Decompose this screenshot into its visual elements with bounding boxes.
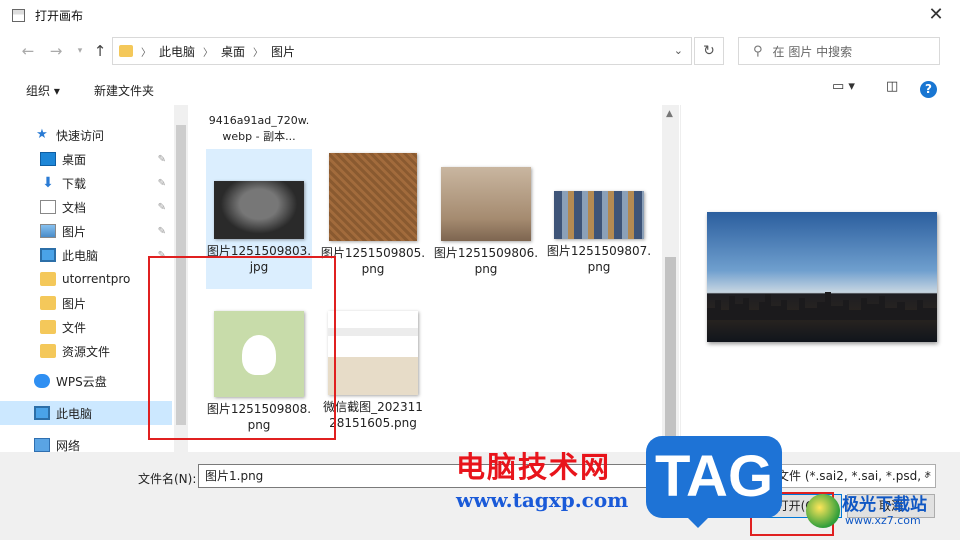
sidebar-item-label: WPS云盘 xyxy=(56,374,107,389)
back-arrow-icon[interactable]: ← xyxy=(18,40,38,62)
app-icon xyxy=(12,9,25,22)
cloud-icon xyxy=(34,374,50,388)
thumbnail xyxy=(554,191,644,239)
file-name: 9416a91ad_720w.webp - 副本... xyxy=(208,114,310,143)
pin-icon[interactable]: ✎ xyxy=(158,226,166,237)
preview-image xyxy=(707,212,937,342)
view-options-icon[interactable]: ▭ ▾ xyxy=(832,79,855,94)
organize-button[interactable]: 组织 ▾ xyxy=(26,82,60,99)
sidebar-item-documents[interactable]: 文档 ✎ xyxy=(0,195,172,219)
desktop-icon xyxy=(40,152,56,166)
pictures-icon xyxy=(40,224,56,238)
address-bar[interactable]: 〉 此电脑 〉 桌面 〉 图片 ⌄ xyxy=(112,37,692,65)
folder-icon xyxy=(40,272,56,286)
sidebar-item-pictures[interactable]: 图片 ✎ xyxy=(0,219,172,243)
download-icon: ⬇ xyxy=(42,175,54,191)
search-placeholder: 在 图片 中搜索 xyxy=(772,44,853,59)
preview-pane xyxy=(680,105,960,452)
search-input[interactable]: ⚲ 在 图片 中搜索 xyxy=(738,37,940,65)
scroll-up-icon[interactable]: ▲ xyxy=(666,109,673,119)
thumbnail xyxy=(328,311,418,395)
sidebar-item-desktop[interactable]: 桌面 ✎ xyxy=(0,147,172,171)
sidebar-item-label: 图片 xyxy=(62,296,87,311)
site-logo-icon xyxy=(806,494,840,528)
breadcrumb-item[interactable]: 图片 xyxy=(271,43,295,60)
file-list-scrollbar[interactable]: ▲ xyxy=(662,105,679,452)
star-icon: ★ xyxy=(36,127,48,142)
title-bar: 打开画布 ✕ xyxy=(0,0,960,31)
folder-icon xyxy=(40,320,56,334)
thumbnail xyxy=(214,181,304,239)
sidebar-item-label: 资源文件 xyxy=(62,344,111,359)
network-icon xyxy=(34,438,50,452)
computer-icon xyxy=(40,248,56,262)
document-icon xyxy=(40,200,56,214)
recent-chevron-icon[interactable]: ▾ xyxy=(70,40,90,62)
file-tile-partial[interactable]: 9416a91ad_720w.webp - 副本... xyxy=(206,109,312,145)
tag-logo: TAG xyxy=(646,436,782,528)
filename-label: 文件名(N): xyxy=(138,472,197,486)
folder-icon xyxy=(40,344,56,358)
refresh-icon[interactable]: ↻ xyxy=(694,37,724,65)
folder-icon xyxy=(119,45,133,57)
sidebar-item-label: 此电脑 xyxy=(62,248,99,263)
sidebar-item-downloads[interactable]: ⬇ 下载 ✎ xyxy=(0,171,172,195)
highlight-box xyxy=(148,256,336,440)
window-title: 打开画布 xyxy=(35,9,84,23)
pin-icon[interactable]: ✎ xyxy=(158,178,166,189)
open-canvas-dialog: 打开画布 ✕ ← → ▾ ↑ 〉 此电脑 〉 桌面 〉 图片 ⌄ ↻ ⚲ 在 图… xyxy=(0,0,960,540)
thumbnail xyxy=(441,167,531,241)
computer-icon xyxy=(34,406,50,420)
preview-pane-icon[interactable]: ◫ xyxy=(886,79,898,94)
forward-arrow-icon[interactable]: → xyxy=(46,40,66,62)
file-name: 图片1251509806.png xyxy=(433,246,539,276)
watermark-url: www.tagxp.com xyxy=(456,488,629,512)
sidebar-item-label: 快速访问 xyxy=(56,128,105,143)
sidebar-item-wps-cloud[interactable]: WPS云盘 xyxy=(0,369,172,393)
navigation-bar: ← → ▾ ↑ 〉 此电脑 〉 桌面 〉 图片 ⌄ ↻ ⚲ 在 图片 中搜索 xyxy=(0,36,960,66)
sidebar-item-label: utorrentpro xyxy=(62,272,131,286)
breadcrumb-item[interactable]: 此电脑 xyxy=(159,43,195,60)
sidebar-item-label: 下载 xyxy=(62,176,87,191)
sidebar-item-label: 文档 xyxy=(62,200,87,215)
new-folder-button[interactable]: 新建文件夹 xyxy=(94,82,154,99)
folder-icon xyxy=(40,296,56,310)
sidebar-item-label: 网络 xyxy=(56,438,81,453)
command-bar: 组织 ▾ 新建文件夹 ▭ ▾ ◫ ? xyxy=(0,73,960,105)
watermark-site-url: www.xz7.com xyxy=(845,514,921,527)
search-icon: ⚲ xyxy=(753,43,763,59)
sidebar-item-network[interactable]: 网络 xyxy=(0,433,172,452)
pin-icon[interactable]: ✎ xyxy=(158,154,166,165)
sidebar-item-this-pc[interactable]: 此电脑 xyxy=(0,401,172,425)
watermark-site: 极光下载站 xyxy=(842,495,927,515)
sidebar-item-quick-access[interactable]: ★ 快速访问 xyxy=(0,123,172,147)
close-icon[interactable]: ✕ xyxy=(924,5,948,25)
watermark-title: 电脑技术网 xyxy=(456,450,612,484)
sidebar-item-resources-folder[interactable]: 资源文件 xyxy=(0,339,172,363)
sidebar-item-utorrentpro[interactable]: utorrentpro xyxy=(0,267,172,291)
pin-icon[interactable]: ✎ xyxy=(158,202,166,213)
file-name: 图片1251509807.png xyxy=(546,244,652,274)
up-arrow-icon[interactable]: ↑ xyxy=(90,40,110,62)
file-list-scrollbar-thumb[interactable] xyxy=(665,257,676,447)
file-tile[interactable]: 图片1251509807.png xyxy=(546,149,652,289)
sidebar-item-label: 桌面 xyxy=(62,152,87,167)
file-tile[interactable]: 图片1251509806.png xyxy=(433,149,539,289)
sidebar-item-files-folder[interactable]: 文件 xyxy=(0,315,172,339)
sidebar-item-pictures-folder[interactable]: 图片 xyxy=(0,291,172,315)
sidebar-item-label: 文件 xyxy=(62,320,87,335)
chevron-down-icon[interactable]: ⌄ xyxy=(674,44,683,57)
sidebar-item-this-pc-quick[interactable]: 此电脑 ✎ xyxy=(0,243,172,267)
help-icon[interactable]: ? xyxy=(920,81,937,98)
sidebar-item-label: 图片 xyxy=(62,224,87,239)
thumbnail xyxy=(329,153,417,241)
chevron-down-icon: ⌄ xyxy=(922,470,931,481)
sidebar-item-label: 此电脑 xyxy=(56,406,93,421)
breadcrumb-item[interactable]: 桌面 xyxy=(221,43,245,60)
city-skyline xyxy=(707,292,937,320)
breadcrumb: 〉 此电脑 〉 桌面 〉 图片 xyxy=(141,43,296,60)
